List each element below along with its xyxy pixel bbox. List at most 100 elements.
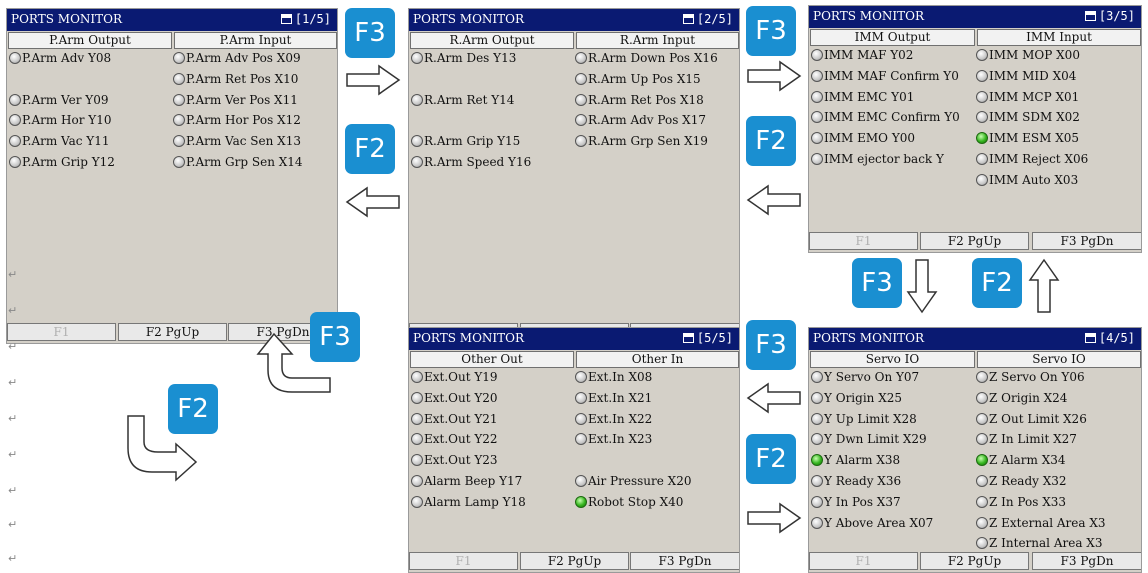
io-signal-row: P.Arm Vac Sen X13 [173,134,301,148]
status-led-off-icon [976,412,988,425]
function-key-bar: F1 F2 PgUp F3 PgDn [809,230,1141,252]
paragraph-mark: ↵ [8,304,18,317]
signal-label: Ext.Out Y20 [424,390,498,405]
signal-label: R.Arm Grip Y15 [424,134,521,149]
up-arrow-icon [1028,258,1060,313]
io-signal-row: R.Arm Adv Pos X17 [575,113,706,127]
io-signal-row: R.Arm Ret Pos X18 [575,93,704,107]
io-signal-row: Z In Pos X33 [976,495,1066,509]
status-led-off-icon [9,135,21,148]
f2-pgup-key[interactable]: F2 PgUp [118,323,227,341]
io-signal-row: IMM EMC Confirm Y0 [811,110,960,124]
io-signal-row: Z Internal Area X3 [976,536,1102,550]
io-signal-row: Z Out Limit X26 [976,412,1087,426]
io-signal-row: Robot Stop X40 [575,495,683,509]
status-led-off-icon [411,391,423,404]
io-signal-row: P.Arm Adv Pos X09 [173,51,301,65]
signal-label: IMM MAF Y02 [824,48,914,62]
io-signal-row: Y Up Limit X28 [811,412,917,426]
column-header-right: Servo IO [977,351,1141,368]
ports-monitor-panel-3: PORTS MONITOR [3/5] IMM Output IMM Input… [808,5,1142,253]
left-arrow-icon [746,382,801,414]
io-signal-row: R.Arm Grp Sen X19 [575,134,708,148]
ports-monitor-panel-1: PORTS MONITOR [1/5] P.Arm Output P.Arm I… [6,8,338,344]
column-header-left: R.Arm Output [410,32,574,49]
io-signal-row: IMM MOP X00 [976,48,1080,62]
status-led-off-icon [976,391,988,404]
io-signal-row: IMM MAF Y02 [811,48,913,62]
status-led-off-icon [173,114,185,127]
signal-label: Y Dwn Limit X29 [824,432,927,447]
signal-label: IMM MOP X00 [989,48,1080,62]
io-signal-row: P.Arm Hor Pos X12 [173,113,301,127]
status-led-off-icon [575,433,587,446]
io-signal-row: P.Arm Vac Y11 [9,134,110,148]
function-key-bar: F1 F2 PgUp F3 PgDn [409,550,739,572]
status-led-on-icon [976,132,988,145]
status-led-off-icon [575,114,587,127]
io-signal-row: Ext.Out Y23 [411,453,498,467]
f3-pgdn-key[interactable]: F3 PgDn [1032,232,1141,250]
signal-label: Z Out Limit X26 [989,411,1087,426]
signal-label: IMM EMO Y00 [824,131,916,146]
signal-label: Alarm Beep Y17 [424,474,523,488]
paragraph-mark: ↵ [8,412,18,425]
signal-label: R.Arm Up Pos X15 [588,71,701,86]
column-header-left: P.Arm Output [8,32,172,49]
f3-pgdn-key[interactable]: F3 PgDn [630,552,739,570]
f3-pgdn-key[interactable]: F3 PgDn [1032,552,1141,570]
signal-label: P.Arm Grp Sen X14 [186,155,303,169]
signal-label: R.Arm Ret Y14 [424,92,515,107]
status-led-off-icon [976,173,988,186]
window-title: PORTS MONITOR [413,331,525,345]
signal-label: Y Up Limit X28 [824,411,917,426]
io-signal-row: Z In Limit X27 [976,432,1077,446]
signal-label: P.Arm Adv Y08 [22,51,112,65]
signal-label: R.Arm Grp Sen X19 [588,134,708,149]
ports-monitor-panel-4: PORTS MONITOR [4/5] Servo IO Servo IO Y … [808,327,1142,573]
ports-monitor-panel-2: PORTS MONITOR [2/5] R.Arm Output R.Arm I… [408,8,740,344]
f3-badge-4: F3 [746,320,796,370]
status-led-off-icon [811,69,823,82]
f3-badge-3: F3 [852,258,902,308]
left-arrow-icon [746,184,801,216]
f2-pgup-key[interactable]: F2 PgUp [920,552,1029,570]
signal-label: R.Arm Speed Y16 [424,155,532,169]
signal-label: Y In Pos X37 [824,494,901,509]
column-header-right: IMM Input [977,29,1141,46]
signal-label: P.Arm Adv Pos X09 [186,51,301,65]
signal-label: R.Arm Down Pos X16 [588,51,718,65]
f1-key[interactable]: F1 [7,323,116,341]
f1-key[interactable]: F1 [809,232,918,250]
signal-label: P.Arm Hor Y10 [22,113,112,128]
f1-key[interactable]: F1 [809,552,918,570]
io-signal-row: IMM SDM X02 [976,110,1080,124]
right-arrow-icon [747,60,802,92]
status-led-off-icon [811,516,823,529]
signal-label: Ext.In X21 [588,390,653,405]
io-signal-row: P.Arm Hor Y10 [9,113,111,127]
function-key-bar: F1 F2 PgUp F3 PgDn [809,550,1141,572]
status-led-off-icon [9,114,21,127]
f2-pgup-key[interactable]: F2 PgUp [920,232,1029,250]
status-led-off-icon [411,454,423,467]
paragraph-mark: ↵ [8,376,18,389]
f2-pgup-key[interactable]: F2 PgUp [520,552,629,570]
status-led-off-icon [173,52,185,64]
io-signal-row: R.Arm Up Pos X15 [575,72,701,86]
signal-label: Ext.Out Y23 [424,453,498,468]
column-header-left: Servo IO [810,351,975,368]
page-number: [1/5] [294,12,331,26]
status-led-off-icon [976,111,988,124]
io-signal-row: R.Arm Des Y13 [411,51,516,65]
signal-label: Ext.Out Y21 [424,411,498,426]
io-signal-row: Air Pressure X20 [575,474,691,488]
signal-label: Y Alarm X38 [824,453,901,468]
status-led-off-icon [976,475,988,487]
io-signal-row: Y Ready X36 [811,474,901,488]
f1-key[interactable]: F1 [409,552,518,570]
io-signal-row: Z Servo On Y06 [976,370,1085,384]
io-signal-row: P.Arm Grp Sen X14 [173,155,303,169]
page-indicator: [2/5] [682,12,733,26]
page-icon [1084,333,1096,343]
